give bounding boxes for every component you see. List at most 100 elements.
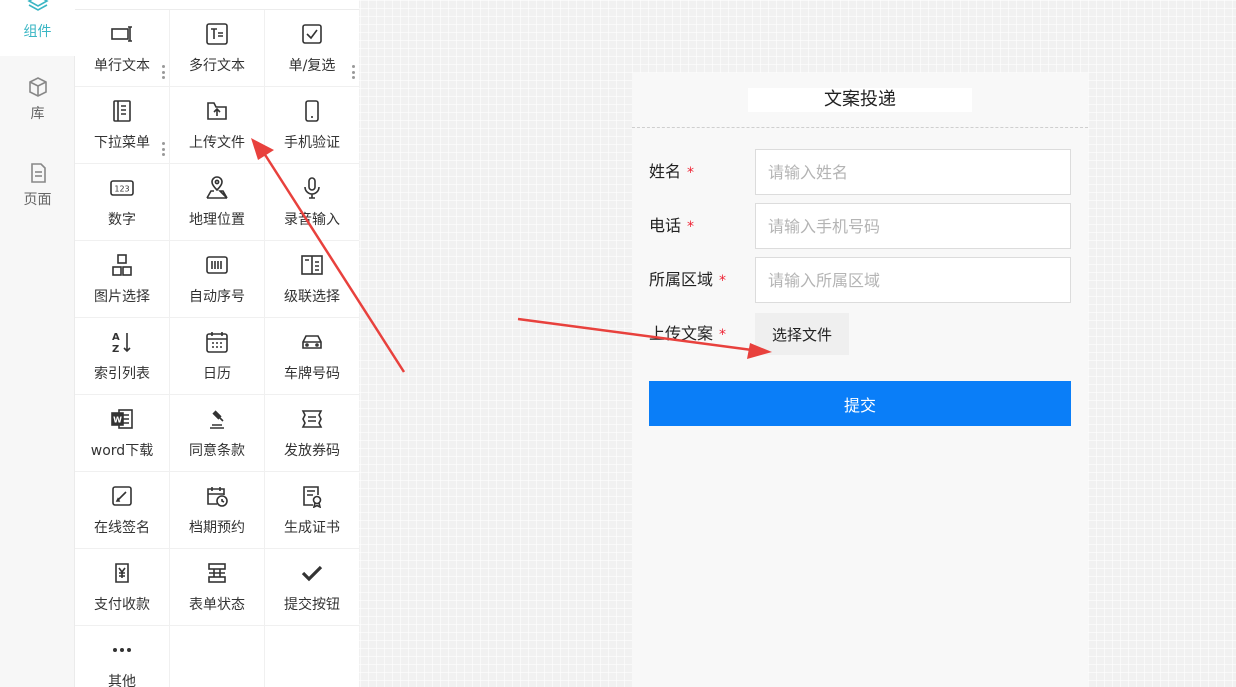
component-schedule-booking[interactable]: 档期预约 bbox=[170, 472, 265, 549]
rail-item-library[interactable]: 库 bbox=[0, 60, 75, 138]
field-label: 上传文案 * bbox=[649, 311, 726, 357]
component-submit-button[interactable]: 提交按钮 bbox=[265, 549, 359, 626]
calendar-icon bbox=[204, 329, 230, 355]
component-image-select[interactable]: 图片选择 bbox=[75, 241, 170, 318]
component-index-list[interactable]: AZ 索引列表 bbox=[75, 318, 170, 395]
rail-item-label: 库 bbox=[30, 106, 45, 122]
component-label: 级联选择 bbox=[284, 289, 340, 305]
sort-az-icon: AZ bbox=[109, 329, 135, 355]
component-palette: 单行文本 多行文本 单/复选 下拉菜单 上传文件 手机验证 123 数字 地理位… bbox=[75, 0, 359, 687]
form-preview: 文案投递 姓名 * 电话 * 所属区域 * 上传文案 * 选择文件 提交 bbox=[632, 73, 1088, 687]
required-mark: * bbox=[719, 327, 727, 343]
field-label: 电话 * bbox=[649, 203, 694, 249]
field-label: 所属区域 * bbox=[649, 257, 726, 303]
component-label: 车牌号码 bbox=[284, 366, 340, 382]
component-location[interactable]: 地理位置 bbox=[170, 164, 265, 241]
checkbox-icon bbox=[299, 21, 325, 47]
svg-text:A: A bbox=[112, 332, 120, 343]
component-label: 索引列表 bbox=[94, 366, 150, 382]
ticket-icon bbox=[299, 406, 325, 432]
cascade-panel-icon bbox=[299, 252, 325, 278]
region-input[interactable] bbox=[755, 257, 1071, 303]
form-status-icon bbox=[204, 560, 230, 586]
component-agree-terms[interactable]: 同意条款 bbox=[170, 395, 265, 472]
rail-item-components[interactable]: 组件 bbox=[0, 0, 75, 56]
component-label: 手机验证 bbox=[284, 135, 340, 151]
svg-text:Z: Z bbox=[112, 344, 119, 354]
component-label: 地理位置 bbox=[189, 212, 245, 228]
single-line-text-icon bbox=[109, 21, 135, 47]
calendar-clock-icon bbox=[204, 483, 230, 509]
svg-text:123: 123 bbox=[114, 185, 129, 194]
component-issue-coupon[interactable]: 发放券码 bbox=[265, 395, 359, 472]
component-label: 单/复选 bbox=[288, 58, 336, 74]
field-phone: 电话 * bbox=[649, 203, 1071, 249]
drag-handle-icon[interactable] bbox=[351, 65, 355, 79]
multi-line-text-icon bbox=[204, 21, 230, 47]
nav-rail: 组件 库 页面 bbox=[0, 0, 75, 687]
rail-item-label: 页面 bbox=[23, 192, 52, 208]
component-label: 数字 bbox=[108, 212, 136, 228]
box-icon bbox=[28, 77, 47, 97]
drag-handle-icon[interactable] bbox=[161, 142, 165, 156]
submit-button[interactable]: 提交 bbox=[649, 381, 1071, 426]
component-phone-verify[interactable]: 手机验证 bbox=[265, 87, 359, 164]
palette-empty-cell bbox=[170, 626, 265, 687]
component-single-line-text[interactable]: 单行文本 bbox=[75, 10, 170, 87]
rail-item-pages[interactable]: 页面 bbox=[0, 146, 75, 224]
number-123-icon: 123 bbox=[109, 175, 135, 201]
phone-input[interactable] bbox=[755, 203, 1071, 249]
component-label: 同意条款 bbox=[189, 443, 245, 459]
component-grid: 单行文本 多行文本 单/复选 下拉菜单 上传文件 手机验证 123 数字 地理位… bbox=[75, 10, 359, 687]
component-calendar[interactable]: 日历 bbox=[170, 318, 265, 395]
palette-empty-cell bbox=[265, 626, 359, 687]
component-more[interactable]: 其他 bbox=[75, 626, 170, 687]
field-label: 姓名 * bbox=[649, 149, 694, 195]
map-location-icon bbox=[204, 175, 230, 201]
component-label: 档期预约 bbox=[189, 520, 245, 536]
component-word-download[interactable]: W word下载 bbox=[75, 395, 170, 472]
choose-file-button[interactable]: 选择文件 bbox=[755, 313, 849, 355]
form-title[interactable]: 文案投递 bbox=[748, 88, 972, 112]
signature-pen-icon bbox=[109, 483, 135, 509]
svg-text:W: W bbox=[113, 416, 122, 425]
field-region: 所属区域 * bbox=[649, 257, 1071, 303]
component-online-signature[interactable]: 在线签名 bbox=[75, 472, 170, 549]
image-grid-icon bbox=[109, 252, 135, 278]
layers-icon bbox=[26, 0, 49, 11]
dropdown-list-icon bbox=[109, 98, 135, 124]
document-icon bbox=[30, 163, 46, 183]
component-label: 表单状态 bbox=[189, 597, 245, 613]
component-multi-line-text[interactable]: 多行文本 bbox=[170, 10, 265, 87]
component-dropdown[interactable]: 下拉菜单 bbox=[75, 87, 170, 164]
field-label-text: 上传文案 bbox=[649, 324, 714, 343]
component-license-plate[interactable]: 车牌号码 bbox=[265, 318, 359, 395]
component-label: 图片选择 bbox=[94, 289, 150, 305]
payment-yuan-icon bbox=[109, 560, 135, 586]
component-upload-file[interactable]: 上传文件 bbox=[170, 87, 265, 164]
component-label: 其他 bbox=[108, 674, 136, 687]
drag-handle-icon[interactable] bbox=[161, 65, 165, 79]
more-dots-icon bbox=[109, 637, 135, 663]
component-label: 单行文本 bbox=[94, 58, 150, 74]
component-label: word下载 bbox=[90, 443, 154, 459]
microphone-icon bbox=[299, 175, 325, 201]
component-label: 支付收款 bbox=[94, 597, 150, 613]
name-input[interactable] bbox=[755, 149, 1071, 195]
component-label: 提交按钮 bbox=[284, 597, 340, 613]
component-voice-input[interactable]: 录音输入 bbox=[265, 164, 359, 241]
component-label: 生成证书 bbox=[284, 520, 340, 536]
component-cascade-select[interactable]: 级联选择 bbox=[265, 241, 359, 318]
component-label: 录音输入 bbox=[284, 212, 340, 228]
component-certificate[interactable]: 生成证书 bbox=[265, 472, 359, 549]
field-label-text: 电话 bbox=[649, 216, 682, 235]
certificate-icon bbox=[299, 483, 325, 509]
component-form-status[interactable]: 表单状态 bbox=[170, 549, 265, 626]
component-checkbox[interactable]: 单/复选 bbox=[265, 10, 359, 87]
component-number[interactable]: 123 数字 bbox=[75, 164, 170, 241]
component-payment[interactable]: 支付收款 bbox=[75, 549, 170, 626]
required-mark: * bbox=[687, 165, 695, 181]
component-label: 上传文件 bbox=[189, 135, 245, 151]
component-label: 在线签名 bbox=[94, 520, 150, 536]
component-auto-number[interactable]: 自动序号 bbox=[170, 241, 265, 318]
